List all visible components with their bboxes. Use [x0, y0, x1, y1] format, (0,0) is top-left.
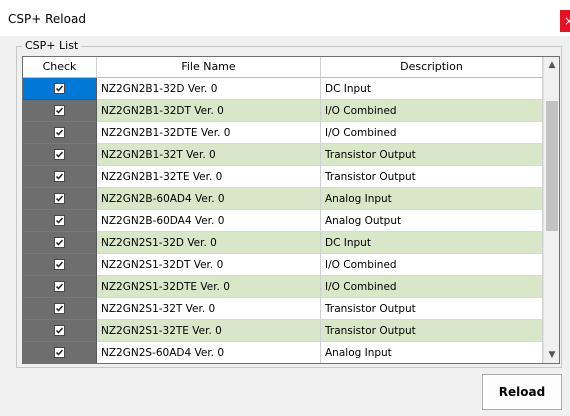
- check-cell[interactable]: [23, 276, 97, 298]
- reload-button[interactable]: Reload: [482, 374, 562, 410]
- row-checkbox[interactable]: [54, 237, 65, 248]
- checkmark-icon: [55, 239, 64, 246]
- csp-grid[interactable]: Check File Name Description NZ2GN2B1-32D…: [22, 56, 560, 364]
- file-name-cell[interactable]: NZ2GN2B-60DA4 Ver. 0: [97, 210, 321, 232]
- description-cell[interactable]: I/O Combined: [321, 100, 543, 122]
- table-row[interactable]: NZ2GN2B1-32DTE Ver. 0 I/O Combined: [23, 122, 543, 144]
- checkmark-icon: [55, 283, 64, 290]
- table-row[interactable]: NZ2GN2B1-32D Ver. 0 DC Input: [23, 78, 543, 100]
- table-row[interactable]: NZ2GN2S1-32T Ver. 0 Transistor Output: [23, 298, 543, 320]
- file-name-cell[interactable]: NZ2GN2B-60AD4 Ver. 0: [97, 188, 321, 210]
- column-header-file-name[interactable]: File Name: [97, 57, 321, 77]
- column-header-check[interactable]: Check: [23, 57, 97, 77]
- description-cell[interactable]: Analog Input: [321, 188, 543, 210]
- column-header-description[interactable]: Description: [321, 57, 543, 77]
- group-label: CSP+ List: [22, 39, 82, 52]
- check-cell[interactable]: [23, 78, 97, 100]
- table-row[interactable]: NZ2GN2S-60AD4 Ver. 0 Analog Input: [23, 342, 543, 363]
- description-cell[interactable]: I/O Combined: [321, 254, 543, 276]
- table-row[interactable]: NZ2GN2S1-32DT Ver. 0 I/O Combined: [23, 254, 543, 276]
- grid-header: Check File Name Description: [23, 57, 543, 78]
- table-row[interactable]: NZ2GN2S1-32DTE Ver. 0 I/O Combined: [23, 276, 543, 298]
- check-cell[interactable]: [23, 144, 97, 166]
- row-checkbox[interactable]: [54, 127, 65, 138]
- scroll-thumb[interactable]: [546, 101, 558, 231]
- file-name-cell[interactable]: NZ2GN2S1-32D Ver. 0: [97, 232, 321, 254]
- row-checkbox[interactable]: [54, 83, 65, 94]
- description-cell[interactable]: Transistor Output: [321, 144, 543, 166]
- description-cell[interactable]: I/O Combined: [321, 276, 543, 298]
- close-icon: ×: [564, 14, 570, 28]
- check-cell[interactable]: [23, 254, 97, 276]
- row-checkbox[interactable]: [54, 303, 65, 314]
- file-name-cell[interactable]: NZ2GN2S1-32DT Ver. 0: [97, 254, 321, 276]
- checkmark-icon: [55, 261, 64, 268]
- row-checkbox[interactable]: [54, 105, 65, 116]
- check-cell[interactable]: [23, 122, 97, 144]
- row-checkbox[interactable]: [54, 215, 65, 226]
- table-row[interactable]: NZ2GN2B1-32TE Ver. 0 Transistor Output: [23, 166, 543, 188]
- check-cell[interactable]: [23, 232, 97, 254]
- check-cell[interactable]: [23, 166, 97, 188]
- row-checkbox[interactable]: [54, 281, 65, 292]
- checkmark-icon: [55, 129, 64, 136]
- description-cell[interactable]: Transistor Output: [321, 320, 543, 342]
- table-row[interactable]: NZ2GN2S1-32TE Ver. 0 Transistor Output: [23, 320, 543, 342]
- close-button[interactable]: ×: [560, 10, 570, 32]
- row-checkbox[interactable]: [54, 259, 65, 270]
- description-cell[interactable]: Transistor Output: [321, 298, 543, 320]
- table-row[interactable]: NZ2GN2S1-32D Ver. 0 DC Input: [23, 232, 543, 254]
- file-name-cell[interactable]: NZ2GN2S1-32T Ver. 0: [97, 298, 321, 320]
- row-checkbox[interactable]: [54, 347, 65, 358]
- file-name-cell[interactable]: NZ2GN2B1-32T Ver. 0: [97, 144, 321, 166]
- table-row[interactable]: NZ2GN2B-60AD4 Ver. 0 Analog Input: [23, 188, 543, 210]
- checkmark-icon: [55, 195, 64, 202]
- checkmark-icon: [55, 85, 64, 92]
- description-cell[interactable]: DC Input: [321, 78, 543, 100]
- checkmark-icon: [55, 217, 64, 224]
- checkmark-icon: [55, 151, 64, 158]
- description-cell[interactable]: Analog Input: [321, 342, 543, 363]
- description-cell[interactable]: DC Input: [321, 232, 543, 254]
- table-row[interactable]: NZ2GN2B1-32DT Ver. 0 I/O Combined: [23, 100, 543, 122]
- file-name-cell[interactable]: NZ2GN2B1-32TE Ver. 0: [97, 166, 321, 188]
- checkmark-icon: [55, 305, 64, 312]
- table-row[interactable]: NZ2GN2B1-32T Ver. 0 Transistor Output: [23, 144, 543, 166]
- checkmark-icon: [55, 173, 64, 180]
- description-cell[interactable]: Analog Output: [321, 210, 543, 232]
- title-bar: CSP+ Reload ×: [0, 0, 570, 36]
- vertical-scrollbar[interactable]: ▲ ▼: [543, 57, 559, 363]
- checkmark-icon: [55, 107, 64, 114]
- check-cell[interactable]: [23, 210, 97, 232]
- description-cell[interactable]: I/O Combined: [321, 122, 543, 144]
- file-name-cell[interactable]: NZ2GN2S1-32TE Ver. 0: [97, 320, 321, 342]
- file-name-cell[interactable]: NZ2GN2B1-32DTE Ver. 0: [97, 122, 321, 144]
- file-name-cell[interactable]: NZ2GN2S-60AD4 Ver. 0: [97, 342, 321, 363]
- check-cell[interactable]: [23, 320, 97, 342]
- checkmark-icon: [55, 327, 64, 334]
- check-cell[interactable]: [23, 298, 97, 320]
- file-name-cell[interactable]: NZ2GN2B1-32D Ver. 0: [97, 78, 321, 100]
- check-cell[interactable]: [23, 342, 97, 363]
- check-cell[interactable]: [23, 188, 97, 210]
- row-checkbox[interactable]: [54, 149, 65, 160]
- table-row[interactable]: NZ2GN2B-60DA4 Ver. 0 Analog Output: [23, 210, 543, 232]
- checkmark-icon: [55, 349, 64, 356]
- scroll-up-icon[interactable]: ▲: [544, 57, 559, 73]
- row-checkbox[interactable]: [54, 325, 65, 336]
- file-name-cell[interactable]: NZ2GN2B1-32DT Ver. 0: [97, 100, 321, 122]
- row-checkbox[interactable]: [54, 171, 65, 182]
- scroll-down-icon[interactable]: ▼: [544, 347, 559, 363]
- row-checkbox[interactable]: [54, 193, 65, 204]
- description-cell[interactable]: Transistor Output: [321, 166, 543, 188]
- file-name-cell[interactable]: NZ2GN2S1-32DTE Ver. 0: [97, 276, 321, 298]
- check-cell[interactable]: [23, 100, 97, 122]
- window-title: CSP+ Reload: [8, 12, 86, 26]
